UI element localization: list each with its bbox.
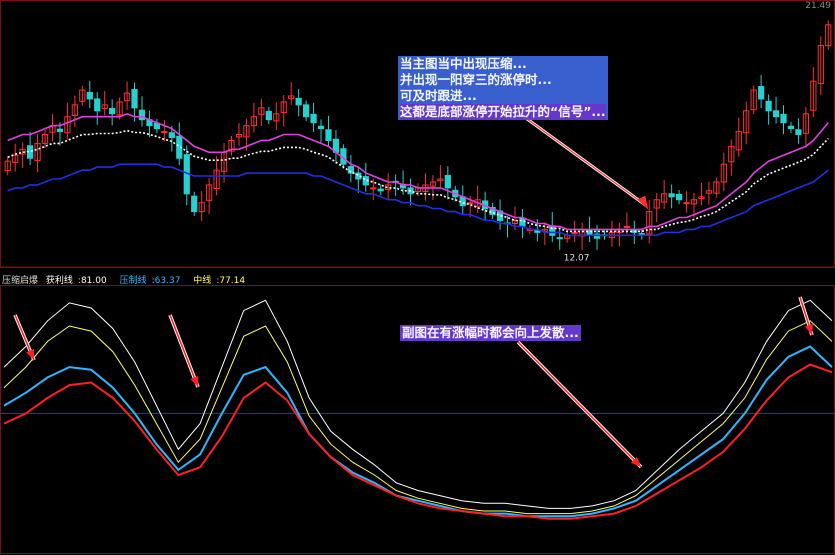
sub-annotation-text: 副图在有涨幅时都会向上发散...: [402, 325, 579, 340]
candle-body: [265, 110, 272, 121]
candle-body: [370, 187, 377, 190]
annotation-line-1: 当主图当中出现压缩...: [400, 56, 527, 71]
candle-body: [377, 188, 384, 192]
candle-body: [549, 225, 556, 236]
candle-body: [571, 231, 578, 234]
candle-body: [758, 85, 765, 100]
sub-series-line: [3, 363, 833, 520]
ma-blue-line: [7, 163, 829, 237]
candle-body: [131, 88, 138, 109]
main-chart-panel: 12.07: [0, 0, 835, 268]
chart-window: { "top_right_label": "21.49", "low_label…: [0, 0, 835, 555]
sub-annotation-arrow-core: [517, 341, 642, 468]
red-marker-arrow-3-head: [804, 324, 814, 335]
candle-body: [302, 104, 310, 118]
candle-body: [556, 237, 563, 240]
candle-body: [683, 202, 690, 205]
candle-body: [347, 166, 354, 174]
main-annotation: 当主图当中出现压缩... 并出现一阳穿三的涨停时... 可及时跟进... 这都是…: [398, 56, 608, 120]
candle-body: [780, 113, 787, 124]
annotation-arrow-head: [637, 195, 649, 210]
candles: [4, 20, 832, 250]
annotation-line-3: 可及时跟进...: [400, 88, 477, 103]
low-price-label: 12.07: [564, 253, 590, 263]
candle-body: [623, 225, 630, 228]
annotation-arrow-core: [522, 115, 647, 207]
candle-body: [161, 131, 168, 134]
candle-body: [94, 98, 101, 112]
panel-frame: [0, 0, 835, 268]
candle-body: [668, 193, 675, 198]
candle-body: [295, 97, 302, 106]
candle-body: [675, 193, 683, 201]
candle-body: [86, 91, 93, 100]
candle-body: [310, 113, 317, 124]
annotation-line-2: 并出现一阳穿三的涨停时...: [400, 72, 552, 87]
candle-body: [795, 129, 802, 136]
candle-body: [787, 125, 795, 130]
candle-body: [444, 174, 451, 189]
candle-body: [765, 100, 772, 112]
candle-body: [772, 110, 780, 118]
candle-body: [325, 129, 332, 141]
candle-body: [519, 217, 526, 227]
candle-body: [191, 195, 198, 213]
indicator-legend: 压缩启爆 获利线:81.00 压制线:63.37 中线:77.14: [2, 273, 255, 286]
annotation-line-4: 这都是底部涨停开始拉升的“信号”...: [400, 104, 606, 120]
candle-body: [109, 107, 116, 115]
candle-body: [317, 125, 325, 130]
sub-series-line: [3, 320, 833, 515]
ma-magenta-line: [7, 112, 829, 231]
ma-white-dotted-line: [7, 129, 829, 233]
candle-body: [56, 128, 64, 133]
candle-body: [168, 132, 175, 138]
red-marker-arrow-2-head: [190, 376, 199, 387]
red-marker-arrow-2-core: [169, 314, 199, 388]
sub-annotation: 副图在有涨幅时都会向上发散...: [400, 325, 581, 341]
